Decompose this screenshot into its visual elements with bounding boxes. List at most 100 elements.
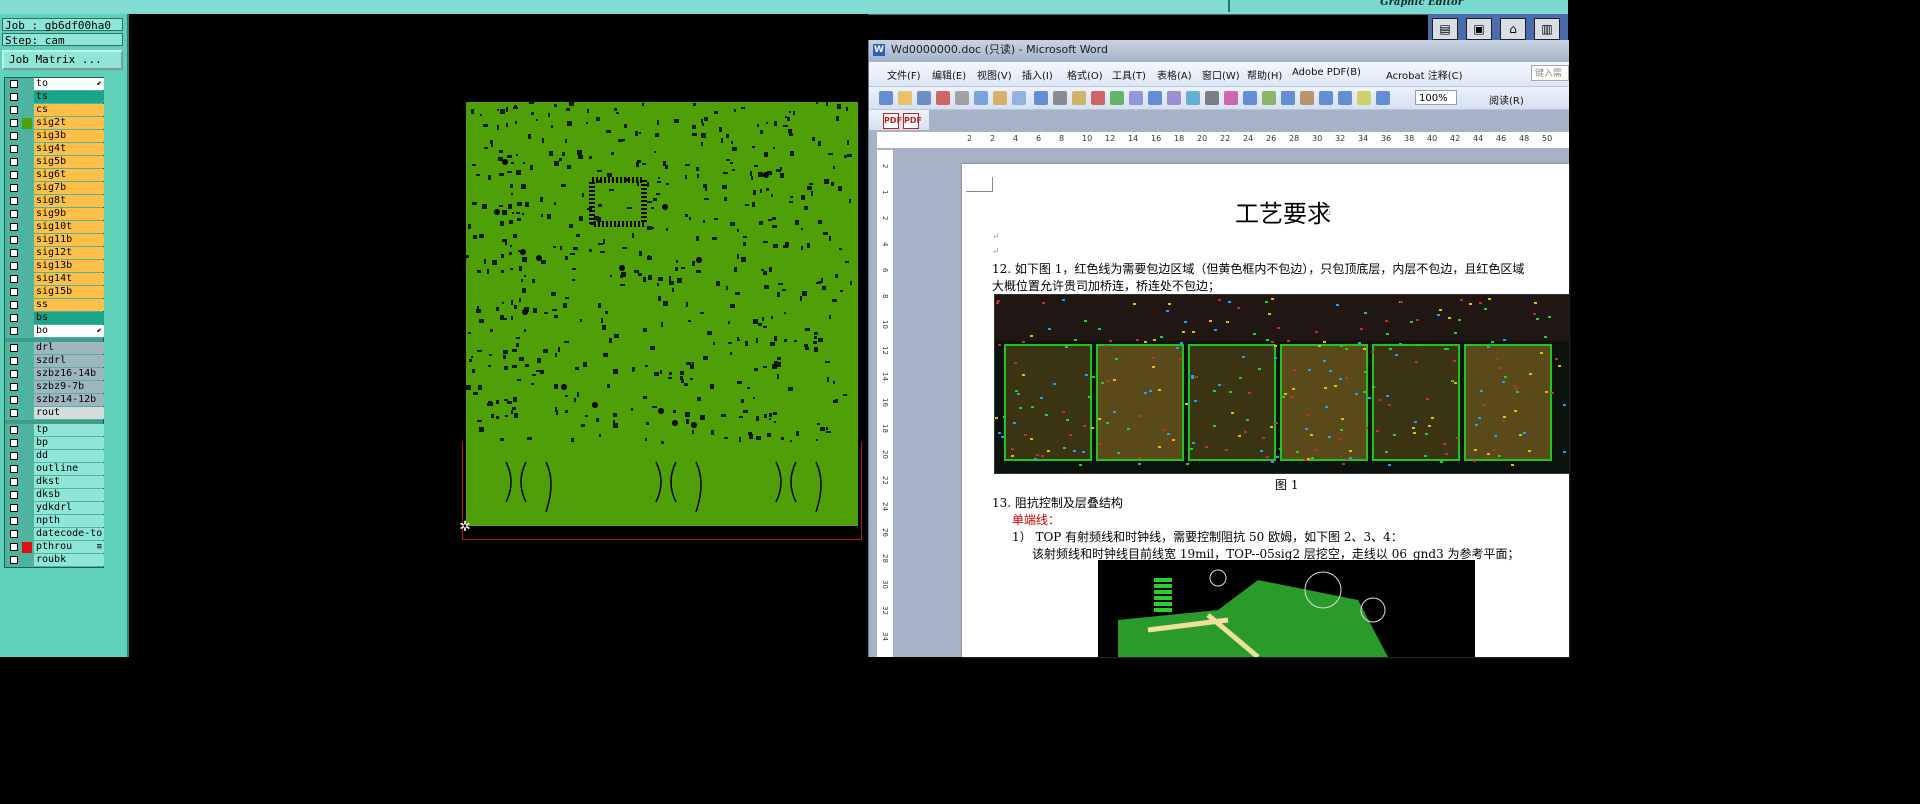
layer-color-swatch[interactable] <box>22 222 32 233</box>
toolbar-icon[interactable] <box>1243 91 1257 105</box>
layer-checkbox[interactable] <box>10 184 18 192</box>
layer-color-swatch[interactable] <box>22 157 32 168</box>
layer-color-swatch[interactable] <box>22 313 32 324</box>
layer-name[interactable]: dkst <box>34 476 104 488</box>
layer-checkbox[interactable] <box>10 517 18 525</box>
layer-color-swatch[interactable] <box>22 261 32 272</box>
layer-name[interactable]: drl <box>34 342 104 354</box>
layer-name[interactable]: szdrl <box>34 355 104 367</box>
layer-row[interactable]: npth <box>5 515 104 528</box>
layer-row[interactable]: sig10t <box>5 221 104 234</box>
toolbar-icon[interactable] <box>1053 91 1067 105</box>
layer-row[interactable]: dd <box>5 450 104 463</box>
layer-color-swatch[interactable] <box>22 382 32 393</box>
layer-row[interactable]: cs <box>5 104 104 117</box>
layer-name[interactable]: dd <box>34 450 104 462</box>
menu-item[interactable]: 插入(I) <box>1022 67 1053 82</box>
layer-color-swatch[interactable] <box>22 235 32 246</box>
layer-name[interactable]: tp <box>34 424 104 436</box>
layer-name[interactable]: sig11b <box>34 234 104 246</box>
layer-checkbox[interactable] <box>10 452 18 460</box>
toolbar-icon[interactable] <box>1224 91 1238 105</box>
layer-name[interactable]: sig13b <box>34 260 104 272</box>
word-title-bar[interactable]: W Wd0000000.doc (只读) - Microsoft Word <box>869 40 1569 60</box>
horizontal-ruler[interactable]: 2 2 4 6 8 10 12 14 16 18 20 22 24 26 28 30 32 34 36 38 40 42 4… <box>877 132 1569 149</box>
toolbar-button-1[interactable]: ▤ <box>1432 18 1458 40</box>
layer-color-swatch[interactable] <box>22 542 32 553</box>
layer-row[interactable]: bs <box>5 312 104 325</box>
layer-row[interactable]: bp <box>5 437 104 450</box>
layer-checkbox[interactable] <box>10 314 18 322</box>
layer-color-swatch[interactable] <box>22 326 32 337</box>
layer-row[interactable]: ss <box>5 299 104 312</box>
layer-name[interactable]: sig10t <box>34 221 104 233</box>
layer-checkbox[interactable] <box>10 275 18 283</box>
layer-name[interactable]: szbz9-7b <box>34 381 104 393</box>
menu-item[interactable]: 工具(T) <box>1112 67 1146 82</box>
toolbar-icon[interactable] <box>993 91 1007 105</box>
layer-checkbox[interactable] <box>10 119 18 127</box>
layer-row[interactable]: sig2t <box>5 117 104 130</box>
layer-name[interactable]: rout <box>34 407 104 419</box>
layer-row[interactable]: dkst <box>5 476 104 489</box>
toolbar-icon[interactable] <box>936 91 950 105</box>
layer-checkbox[interactable] <box>10 262 18 270</box>
layer-color-swatch[interactable] <box>22 92 32 103</box>
layer-row[interactable]: szbz14-12b <box>5 394 104 407</box>
toolbar-icon[interactable] <box>1281 91 1295 105</box>
layer-name[interactable]: bp <box>34 437 104 449</box>
layer-color-swatch[interactable] <box>22 300 32 311</box>
layer-row[interactable]: sig14t <box>5 273 104 286</box>
home-icon[interactable]: ⌂ <box>1500 18 1526 40</box>
layer-color-swatch[interactable] <box>22 79 32 90</box>
toolbar-button-4[interactable]: ▥ <box>1534 18 1560 40</box>
read-mode-button[interactable]: 阅读(R) <box>1489 92 1524 107</box>
layer-checkbox[interactable] <box>10 93 18 101</box>
toolbar-icon[interactable] <box>1205 91 1219 105</box>
menu-item[interactable]: 文件(F) <box>887 67 921 82</box>
toolbar-icon[interactable] <box>1034 91 1048 105</box>
layer-color-swatch[interactable] <box>22 425 32 436</box>
layer-name[interactable]: ydkdrl <box>34 502 104 514</box>
layer-row[interactable]: sig7b <box>5 182 104 195</box>
toolbar-icon[interactable] <box>1129 91 1143 105</box>
layer-checkbox[interactable] <box>10 132 18 140</box>
layer-checkbox[interactable] <box>10 357 18 365</box>
layer-row[interactable]: sig13b <box>5 260 104 273</box>
layer-color-swatch[interactable] <box>22 369 32 380</box>
layer-checkbox[interactable] <box>10 236 18 244</box>
layer-checkbox[interactable] <box>10 249 18 257</box>
layer-name[interactable]: sig7b <box>34 182 104 194</box>
toolbar-icon[interactable] <box>1376 91 1390 105</box>
layer-name[interactable]: sig8t <box>34 195 104 207</box>
layer-name[interactable]: pthrou ≡ <box>34 541 104 553</box>
layer-color-swatch[interactable] <box>22 555 32 566</box>
layer-name[interactable]: szbz14-12b <box>34 394 104 406</box>
layer-checkbox[interactable] <box>10 556 18 564</box>
toolbar-icon[interactable] <box>974 91 988 105</box>
layer-name[interactable]: outline <box>34 463 104 475</box>
layer-name[interactable]: sig12t <box>34 247 104 259</box>
layer-color-swatch[interactable] <box>22 529 32 540</box>
layer-row[interactable]: szdrl <box>5 355 104 368</box>
layer-checkbox[interactable] <box>10 158 18 166</box>
menu-item[interactable]: Acrobat 注释(C) <box>1386 67 1463 82</box>
layer-checkbox[interactable] <box>10 288 18 296</box>
toolbar-icon[interactable] <box>1262 91 1276 105</box>
layer-name[interactable]: sig2t <box>34 117 104 129</box>
layer-color-swatch[interactable] <box>22 343 32 354</box>
layer-name[interactable]: bs <box>34 312 104 324</box>
layer-row[interactable]: sig15b <box>5 286 104 299</box>
layer-row[interactable]: pthrou ≡ <box>5 541 104 554</box>
toolbar-icon[interactable] <box>917 91 931 105</box>
toolbar-icon[interactable] <box>1300 91 1314 105</box>
layer-color-swatch[interactable] <box>22 287 32 298</box>
layer-checkbox[interactable] <box>10 491 18 499</box>
layer-row[interactable]: to ⬋ <box>5 78 104 91</box>
pdf-convert-icon[interactable]: PDF <box>883 113 902 129</box>
layer-name[interactable]: sig14t <box>34 273 104 285</box>
layer-row[interactable]: bo ⬋ <box>5 325 104 338</box>
layer-name[interactable]: ts <box>34 91 104 103</box>
layer-row[interactable]: sig11b <box>5 234 104 247</box>
layer-checkbox[interactable] <box>10 426 18 434</box>
